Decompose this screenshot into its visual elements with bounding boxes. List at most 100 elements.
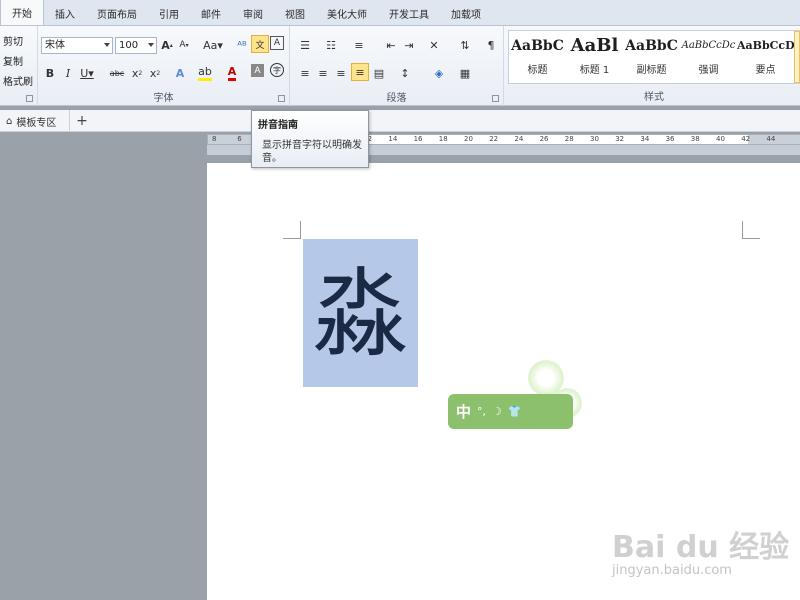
paragraph-launcher-icon[interactable] (492, 95, 499, 102)
char-border-icon[interactable]: A (270, 36, 284, 50)
ruler-tick-label: 30 (590, 135, 599, 143)
styles-group-label: 样式 (644, 92, 664, 103)
style-emphasis-label: 强调 (698, 65, 719, 76)
home-icon: ⌂ (6, 115, 13, 127)
ruler-tick-label: 26 (539, 135, 549, 143)
ruler-tick-label: 28 (564, 135, 574, 143)
cut-button[interactable]: 剪切 (3, 33, 23, 48)
ruler-tick-label: 18 (438, 135, 448, 143)
style-strong-sample: AaBbCcD (737, 39, 794, 52)
font-size-select[interactable]: 100 (115, 37, 157, 54)
ruler-tick-label: 8 (212, 135, 217, 143)
ribbon-tab-bar: 开始 插入 页面布局 引用 邮件 审阅 视图 美化大师 开发工具 加载项 (0, 0, 800, 26)
phonetic-guide-icon[interactable]: 文 (251, 35, 269, 53)
skin-icon[interactable]: 👕 (508, 405, 522, 418)
distributed-icon[interactable]: ▤ (370, 64, 388, 82)
ruler-tick-label: 16 (413, 135, 423, 143)
clear-format-icon[interactable]: ᴬᴮ (233, 36, 251, 54)
align-left-icon[interactable]: ≡ (296, 64, 314, 82)
moon-icon[interactable]: ☽ (492, 405, 502, 418)
chinese-layout-icon[interactable]: ✕ (425, 36, 443, 54)
bold-icon[interactable]: B (41, 64, 59, 82)
style-subtitle[interactable]: AaBbC 副标题 (623, 31, 680, 83)
enclose-char-icon[interactable]: 字 (270, 63, 284, 77)
show-marks-icon[interactable]: ¶ (482, 36, 500, 54)
style-strong[interactable]: AaBbCcD 要点 (737, 31, 794, 83)
numbering-icon[interactable]: ☷ (322, 36, 340, 54)
char-shading-icon[interactable]: A (251, 64, 264, 77)
style-emphasis[interactable]: AaBbCcDc 强调 (680, 31, 737, 83)
paragraph-group: ☰ ☷ ≡ ⇤ ⇥ ✕ ⇅ ¶ ≡ ≡ ≡ ≡ ▤ ↕ ◈ ▦ 段落 (290, 26, 504, 106)
style-gallery-edge (794, 31, 800, 83)
format-painter-button[interactable]: 格式刷 (3, 73, 33, 88)
multilevel-list-icon[interactable]: ≡ (350, 36, 368, 54)
font-name-select[interactable]: 宋体 (41, 37, 113, 54)
margin-corner-top-right (742, 221, 760, 239)
bullets-icon[interactable]: ☰ (296, 36, 314, 54)
align-center-icon[interactable]: ≡ (314, 64, 332, 82)
tab-addins[interactable]: 加载项 (440, 1, 492, 25)
tab-home[interactable]: 开始 (0, 0, 44, 25)
font-launcher-icon[interactable] (278, 95, 285, 102)
ruler-tick-label: 40 (716, 135, 725, 143)
style-heading1-label: 标题 1 (579, 65, 610, 76)
tab-developer[interactable]: 开发工具 (378, 1, 440, 25)
chevron-down-icon (104, 43, 110, 47)
tab-view[interactable]: 视图 (274, 1, 316, 25)
italic-icon[interactable]: I (59, 64, 77, 82)
tab-mailings[interactable]: 邮件 (190, 1, 232, 25)
watermark-url: jingyan.baidu.com (612, 563, 732, 578)
ruler-tick-label: 32 (615, 135, 625, 143)
clipboard-launcher-icon[interactable] (26, 95, 33, 102)
sort-icon[interactable]: ⇅ (456, 36, 474, 54)
highlight-color-icon[interactable]: ab (196, 64, 214, 82)
subscript-icon[interactable]: x2 (128, 64, 146, 82)
new-tab-button[interactable]: + (72, 110, 92, 132)
style-title[interactable]: AaBbC 标题 (509, 31, 566, 83)
styles-gallery: AaBbC 标题 AaBl 标题 1 AaBbC 副标题 AaBbCcDc 强调… (508, 30, 800, 84)
font-group: 宋体 100 A ▴ A ▾ Aa▾ ᴬᴮ 文 A B I U▾ abc x2 x2… (38, 26, 290, 106)
font-color-icon[interactable]: A (223, 64, 241, 82)
document-text[interactable]: 淼 (303, 244, 418, 384)
tooltip-title: 拼音指南 (258, 120, 298, 131)
style-title-label: 标题 (527, 65, 548, 76)
paragraph-group-label: 段落 (386, 93, 407, 104)
tab-beautify[interactable]: 美化大师 (316, 1, 378, 25)
superscript-icon[interactable]: x2 (146, 64, 164, 82)
decrease-indent-icon[interactable]: ⇤ (382, 36, 400, 54)
tab-page-layout[interactable]: 页面布局 (86, 1, 148, 25)
line-spacing-icon[interactable]: ↕ (396, 64, 414, 82)
justify-icon[interactable]: ≡ (351, 63, 369, 81)
tab-references[interactable]: 引用 (148, 1, 190, 25)
strikethrough-icon[interactable]: abc (108, 64, 126, 82)
change-case-icon[interactable]: Aa▾ (201, 36, 225, 54)
template-zone-tab[interactable]: ⌂ 模板专区 (0, 110, 70, 132)
tab-review[interactable]: 审阅 (232, 1, 274, 25)
phonetic-guide-tooltip: 拼音指南 显示拼音字符以明确发音。 (251, 110, 369, 168)
clipboard-group: 剪切 复制 格式刷 (0, 26, 38, 106)
font-group-label: 字体 (153, 93, 174, 104)
style-heading1[interactable]: AaBl 标题 1 (566, 31, 623, 83)
tooltip-body: 显示拼音字符以明确发音。 (262, 140, 362, 164)
grow-font-icon[interactable]: A ▴ (158, 36, 176, 54)
style-subtitle-label: 副标题 (636, 65, 667, 76)
shrink-font-icon[interactable]: A ▾ (175, 36, 193, 54)
align-right-icon[interactable]: ≡ (332, 64, 350, 82)
ime-toolbar[interactable]: 中 °, ☽ 👕 (448, 394, 573, 429)
style-subtitle-sample: AaBbC (625, 38, 678, 54)
increase-indent-icon[interactable]: ⇥ (400, 36, 418, 54)
punctuation-icon[interactable]: °, (477, 405, 486, 418)
style-strong-label: 要点 (755, 65, 776, 76)
borders-icon[interactable]: ▦ (456, 64, 474, 82)
chevron-down-icon (148, 43, 154, 47)
ime-mode-label[interactable]: 中 (456, 401, 471, 422)
ruler-tick-label: 34 (640, 135, 650, 143)
font-name-value: 宋体 (45, 40, 65, 51)
underline-icon[interactable]: U▾ (78, 64, 96, 82)
copy-button[interactable]: 复制 (3, 53, 23, 68)
shading-icon[interactable]: ◈ (430, 64, 448, 82)
tab-insert[interactable]: 插入 (44, 1, 86, 25)
text-effect-icon[interactable]: A (171, 64, 189, 82)
style-heading1-sample: AaBl (570, 35, 619, 56)
ruler-tick-label: 36 (665, 135, 675, 143)
